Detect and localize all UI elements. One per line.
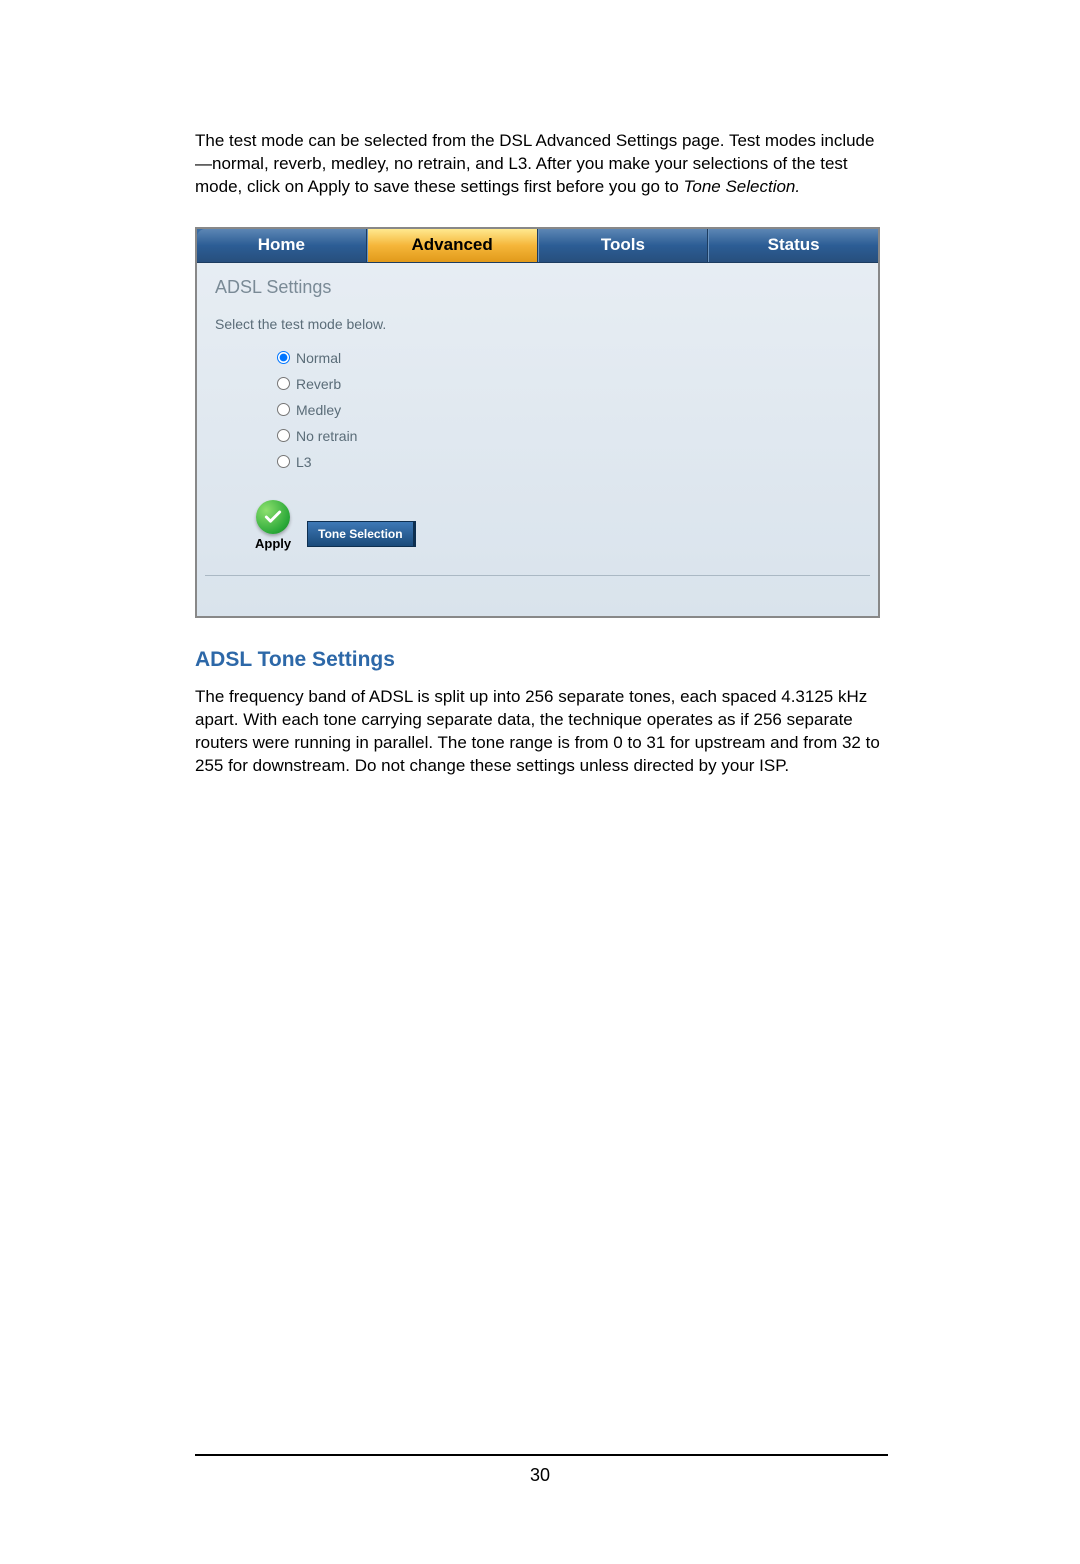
radio-l3[interactable]: L3 [277, 454, 860, 470]
panel-instruction: Select the test mode below. [215, 316, 860, 332]
apply-label: Apply [255, 536, 291, 551]
tab-bar: Home Advanced Tools Status [197, 229, 878, 263]
tone-selection-button[interactable]: Tone Selection [307, 521, 415, 547]
tab-tools[interactable]: Tools [538, 229, 709, 262]
footer-rule [195, 1454, 888, 1456]
intro-italic: Tone Selection. [684, 177, 801, 196]
adsl-settings-panel: Home Advanced Tools Status ADSL Settings… [195, 227, 880, 618]
radio-reverb-input[interactable] [277, 377, 290, 390]
apply-button[interactable]: Apply [255, 500, 291, 551]
radio-no-retrain-label: No retrain [296, 428, 357, 444]
radio-medley-input[interactable] [277, 403, 290, 416]
radio-medley-label: Medley [296, 402, 341, 418]
radio-reverb-label: Reverb [296, 376, 341, 392]
tab-advanced[interactable]: Advanced [367, 229, 538, 262]
panel-title: ADSL Settings [215, 277, 860, 298]
radio-no-retrain[interactable]: No retrain [277, 428, 860, 444]
page-number: 30 [0, 1465, 1080, 1486]
radio-normal-input[interactable] [277, 351, 290, 364]
tab-home[interactable]: Home [197, 229, 367, 262]
section-heading: ADSL Tone Settings [195, 648, 880, 672]
panel-divider [205, 575, 870, 576]
radio-medley[interactable]: Medley [277, 402, 860, 418]
section-body: The frequency band of ADSL is split up i… [195, 686, 880, 778]
radio-normal-label: Normal [296, 350, 341, 366]
radio-l3-label: L3 [296, 454, 312, 470]
tab-status[interactable]: Status [708, 229, 878, 262]
checkmark-icon [256, 500, 290, 534]
radio-no-retrain-input[interactable] [277, 429, 290, 442]
test-mode-radio-group: Normal Reverb Medley No retrain L3 [215, 350, 860, 470]
radio-reverb[interactable]: Reverb [277, 376, 860, 392]
intro-paragraph: The test mode can be selected from the D… [195, 130, 880, 199]
radio-l3-input[interactable] [277, 455, 290, 468]
radio-normal[interactable]: Normal [277, 350, 860, 366]
